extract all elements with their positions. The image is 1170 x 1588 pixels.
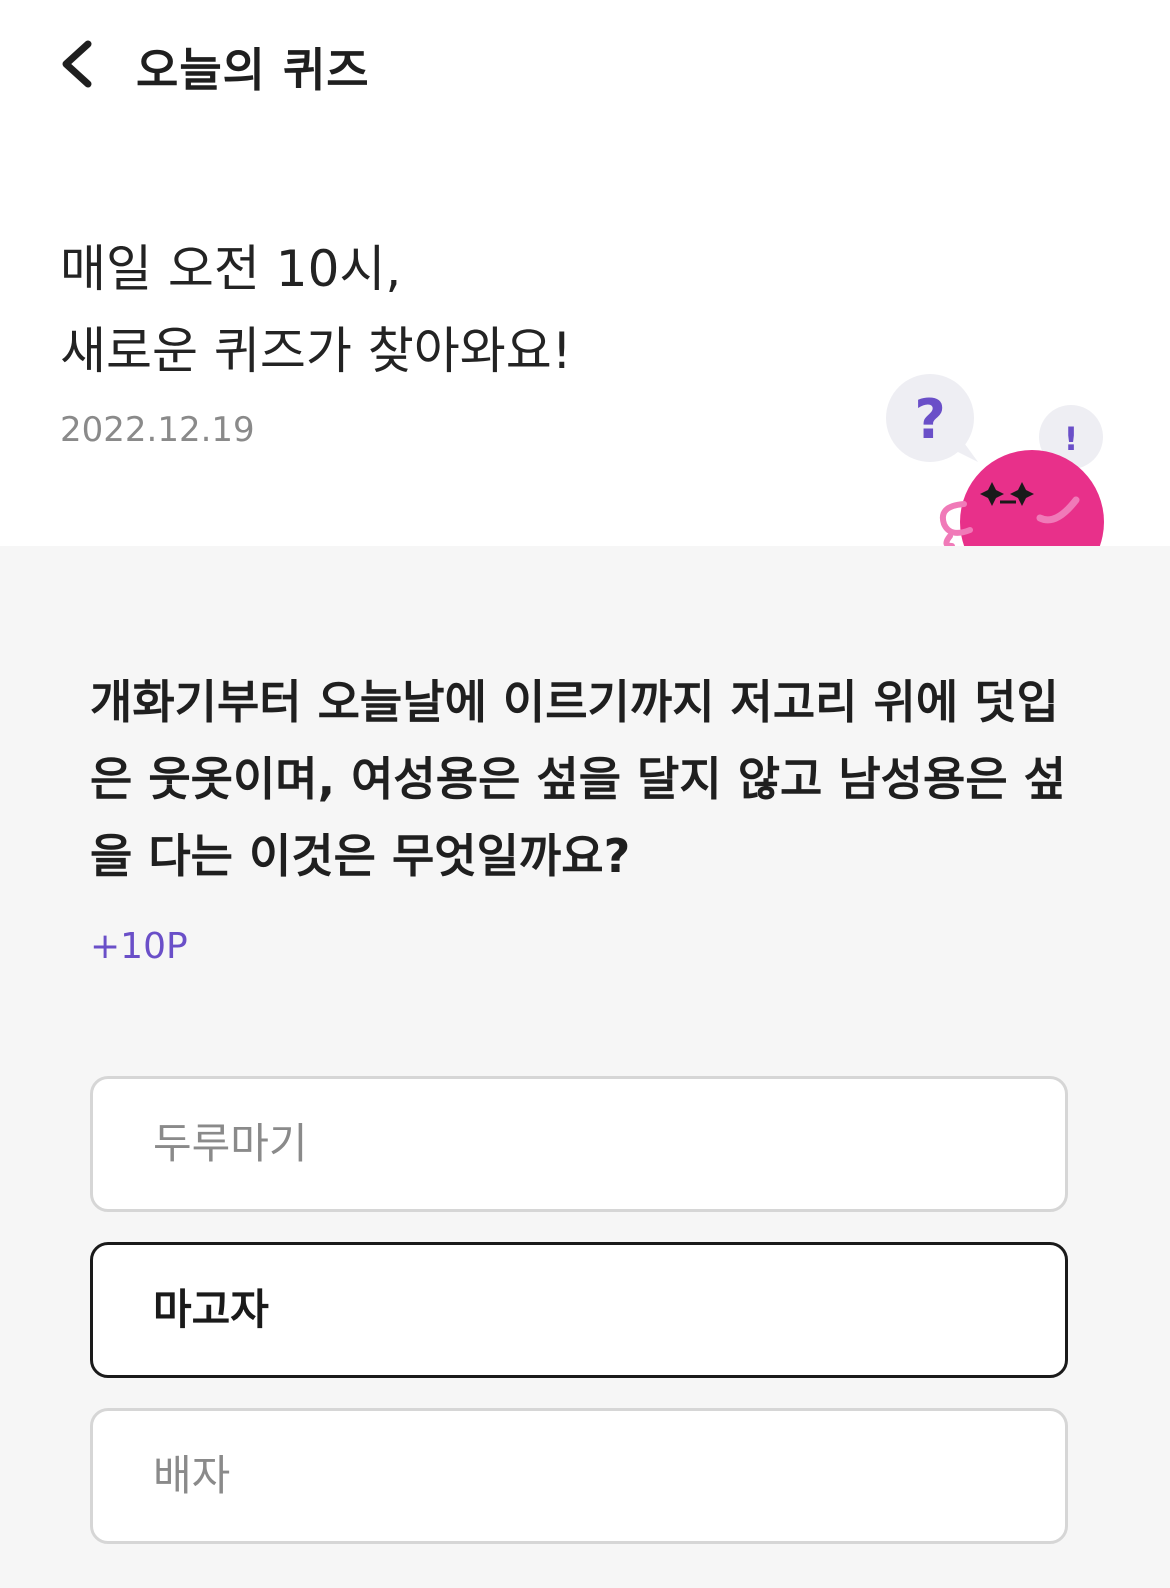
intro-headline-line2: 새로운 퀴즈가 찾아와요! bbox=[60, 322, 572, 380]
answer-option-label: 두루마기 bbox=[153, 1119, 308, 1168]
back-button[interactable] bbox=[52, 36, 108, 92]
exclamation-mark-text: ! bbox=[1064, 420, 1079, 458]
chevron-left-icon bbox=[62, 40, 92, 88]
mascot-illustration: ? ! bbox=[880, 370, 1120, 546]
quiz-date: 2022.12.19 bbox=[60, 410, 255, 450]
reward-points: +10P bbox=[90, 926, 188, 967]
answer-option-label: 마고자 bbox=[153, 1285, 269, 1334]
answer-option-1[interactable]: 두루마기 bbox=[90, 1076, 1068, 1212]
answer-option-2[interactable]: 마고자 bbox=[90, 1242, 1068, 1378]
quiz-page: 오늘의 퀴즈 매일 오전 10시, 새로운 퀴즈가 찾아와요! 2022.12.… bbox=[0, 0, 1170, 1588]
quiz-section: 개화기부터 오늘날에 이르기까지 저고리 위에 덧입은 웃옷이며, 여성용은 섶… bbox=[0, 546, 1170, 1588]
question-mark-text: ? bbox=[914, 388, 945, 451]
answer-option-3[interactable]: 배자 bbox=[90, 1408, 1068, 1544]
intro-headline-line1: 매일 오전 10시, bbox=[60, 240, 402, 298]
page-title: 오늘의 퀴즈 bbox=[136, 43, 370, 97]
quiz-question: 개화기부터 오늘날에 이르기까지 저고리 위에 덧입은 웃옷이며, 여성용은 섶… bbox=[90, 675, 1066, 883]
intro-section: 매일 오전 10시, 새로운 퀴즈가 찾아와요! 2022.12.19 bbox=[60, 228, 572, 450]
answer-option-label: 배자 bbox=[153, 1451, 231, 1500]
app-header: 오늘의 퀴즈 bbox=[0, 0, 1170, 130]
